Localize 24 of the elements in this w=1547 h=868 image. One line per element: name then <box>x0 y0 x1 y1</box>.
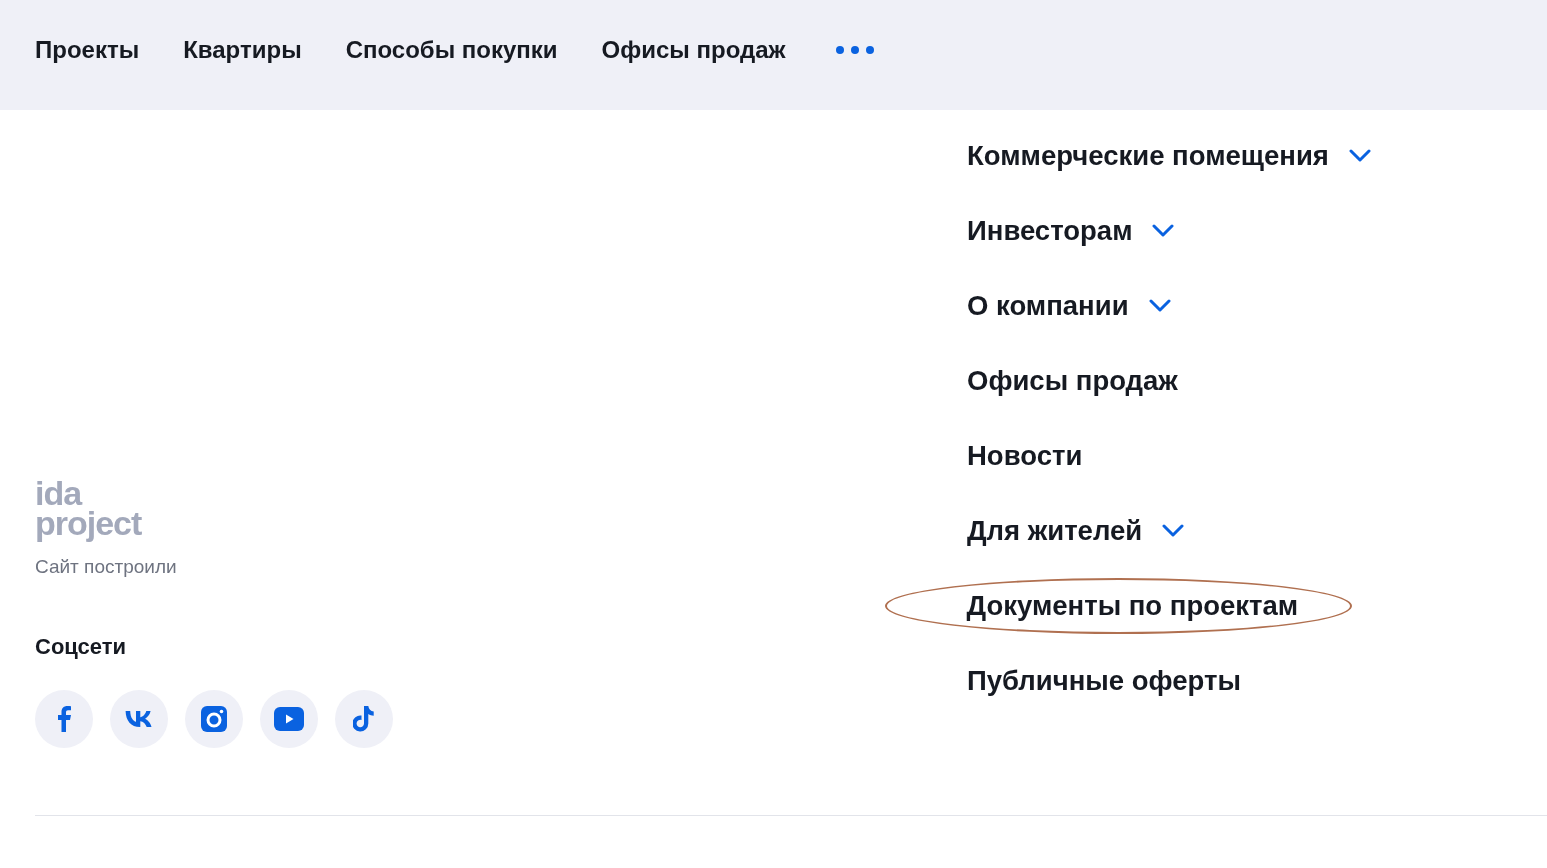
camera-icon <box>201 706 227 732</box>
menu-link[interactable]: О компании <box>967 289 1171 322</box>
menu-link[interactable]: Новости <box>967 439 1083 472</box>
credits-caption: Сайт построили <box>35 556 177 578</box>
play-icon <box>274 707 304 731</box>
nav-link[interactable]: Квартиры <box>183 36 302 64</box>
nav-link[interactable]: Офисы продаж <box>601 36 786 64</box>
chevron-down-icon[interactable] <box>1348 148 1371 163</box>
more-dots-icon <box>835 45 876 55</box>
vk-icon <box>125 711 153 727</box>
chevron-down-icon[interactable] <box>1148 298 1171 313</box>
menu-link[interactable]: Инвесторам <box>967 214 1175 247</box>
menu-link[interactable]: Для жителей <box>967 514 1185 547</box>
menu-link[interactable]: Коммерческие помещения <box>967 139 1371 172</box>
social-title: Соцсети <box>35 634 127 660</box>
nav-link[interactable]: Способы покупки <box>345 36 558 64</box>
menu-link[interactable]: Документы по проектам <box>884 577 1353 634</box>
facebook-icon <box>57 706 71 732</box>
nav-link[interactable]: Проекты <box>35 36 140 64</box>
menu-link[interactable]: Публичные оферты <box>967 664 1241 697</box>
menu-link[interactable]: Офисы продаж <box>967 364 1178 397</box>
chevron-down-icon[interactable] <box>1152 223 1175 238</box>
chevron-down-icon[interactable] <box>1162 523 1185 538</box>
music-note-icon <box>353 706 375 732</box>
